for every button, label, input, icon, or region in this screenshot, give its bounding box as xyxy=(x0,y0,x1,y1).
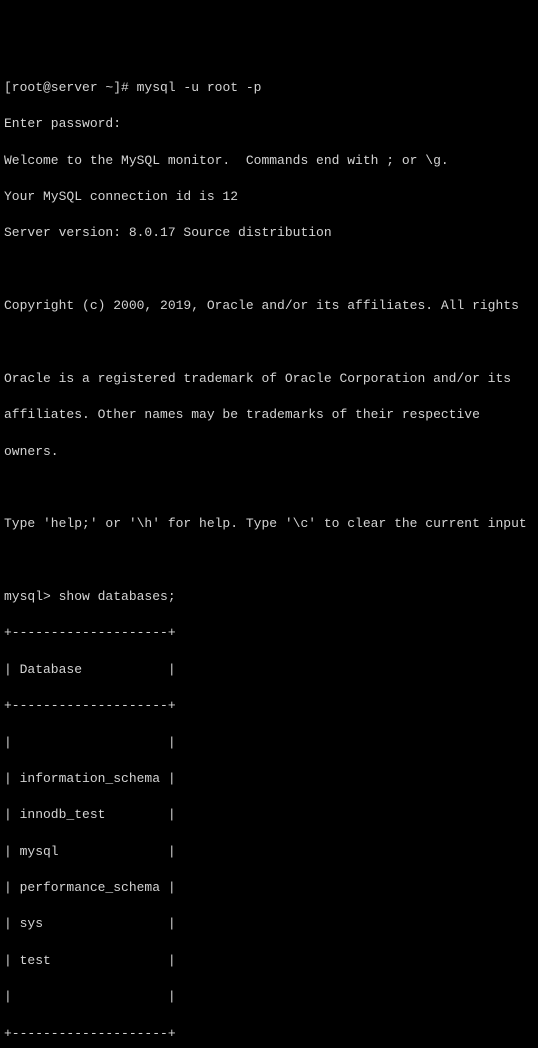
table-row: | sys | xyxy=(4,915,534,933)
copyright-line-1: Copyright (c) 2000, 2019, Oracle and/or … xyxy=(4,297,534,315)
welcome-line: Welcome to the MySQL monitor. Commands e… xyxy=(4,152,534,170)
copyright-line-2: Oracle is a registered trademark of Orac… xyxy=(4,370,534,388)
table-row: | performance_schema | xyxy=(4,879,534,897)
server-version-line: Server version: 8.0.17 Source distributi… xyxy=(4,224,534,242)
table-row: | | xyxy=(4,734,534,752)
connection-id-line: Your MySQL connection id is 12 xyxy=(4,188,534,206)
mysql-command-1: show databases; xyxy=(59,589,176,604)
mysql-prompt: mysql> xyxy=(4,589,59,604)
enter-password-line: Enter password: xyxy=(4,115,534,133)
table-row: | mysql | xyxy=(4,843,534,861)
table-border-bottom: +--------------------+ xyxy=(4,1025,534,1043)
blank-line xyxy=(4,333,534,351)
shell-prompt-line: [root@server ~]# mysql -u root -p xyxy=(4,79,534,97)
table-row: | | xyxy=(4,988,534,1006)
table-row: | information_schema | xyxy=(4,770,534,788)
blank-line xyxy=(4,261,534,279)
table-row: | innodb_test | xyxy=(4,806,534,824)
shell-command: mysql -u root -p xyxy=(137,80,262,95)
blank-line xyxy=(4,552,534,570)
mysql-query-line-1[interactable]: mysql> show databases; xyxy=(4,588,534,606)
table-border-top: +--------------------+ xyxy=(4,624,534,642)
blank-line xyxy=(4,479,534,497)
table-row: | test | xyxy=(4,952,534,970)
copyright-line-3: affiliates. Other names may be trademark… xyxy=(4,406,534,424)
copyright-line-4: owners. xyxy=(4,443,534,461)
table-border-mid: +--------------------+ xyxy=(4,697,534,715)
help-line: Type 'help;' or '\h' for help. Type '\c'… xyxy=(4,515,534,533)
shell-prompt: [root@server ~]# xyxy=(4,80,137,95)
table-header: | Database | xyxy=(4,661,534,679)
